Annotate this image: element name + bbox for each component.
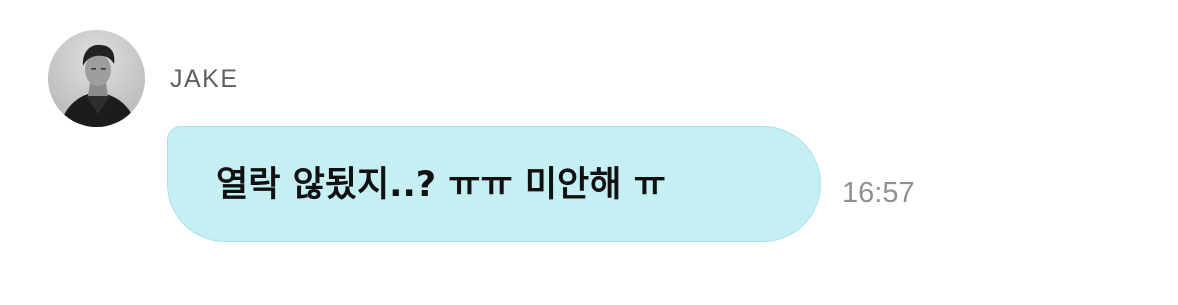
message-text: 열락 않됬지..? ㅠㅠ 미안해 ㅠ: [216, 165, 666, 205]
avatar-image: [48, 30, 145, 127]
avatar[interactable]: [48, 30, 145, 127]
message-timestamp: 16:57: [842, 177, 915, 209]
message-bubble[interactable]: 열락 않됬지..? ㅠㅠ 미안해 ㅠ: [167, 126, 821, 242]
chat-message-row: JAKE 열락 않됬지..? ㅠㅠ 미안해 ㅠ 16:57: [0, 0, 1178, 305]
sender-name: JAKE: [170, 65, 239, 93]
